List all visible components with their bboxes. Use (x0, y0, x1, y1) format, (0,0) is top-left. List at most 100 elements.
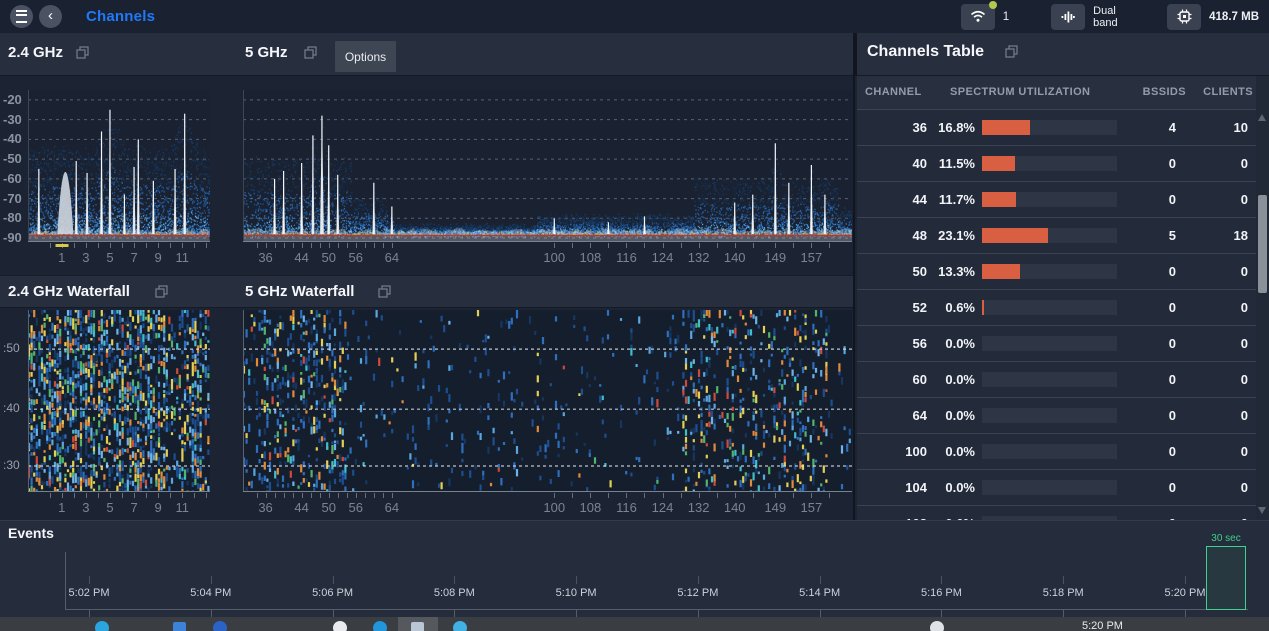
table-row[interactable]: 52 0.6% 0 0 (857, 290, 1256, 326)
cell-channel: 56 (863, 326, 927, 361)
timeline-selection-region[interactable] (1206, 546, 1246, 610)
waterfall-2_4ghz-chart[interactable] (28, 310, 210, 492)
column-header-clients: CLIENTS (1203, 86, 1253, 98)
axis-tick-label: :30 (3, 458, 27, 472)
axis-tick-label: 36 (258, 250, 272, 265)
back-button[interactable]: ‹ (39, 5, 62, 28)
topbar: ‹ Channels 1 (0, 0, 1269, 33)
axis-tick-label: -30 (3, 112, 27, 127)
axis-tick-label: -40 (3, 131, 27, 146)
axis-tick-label: 50 (321, 500, 335, 515)
cell-channel: 48 (863, 218, 927, 253)
hamburger-icon (16, 10, 27, 23)
copy-icon[interactable] (304, 46, 317, 59)
axis-tick-label: 149 (764, 250, 786, 265)
cell-bssids: 0 (1116, 146, 1176, 181)
table-scrollbar[interactable] (1256, 76, 1269, 520)
axis-tick-label: -90 (3, 230, 27, 245)
os-taskbar[interactable]: 5:20 PM (0, 617, 1269, 631)
spectrum-2_4ghz-chart[interactable] (28, 90, 210, 242)
column-header-channel: CHANNEL (865, 86, 922, 98)
page-title: Channels (86, 8, 155, 25)
scrollbar-down-arrow-icon[interactable] (1258, 507, 1266, 514)
taskbar-app-icon (411, 622, 424, 631)
axis-tick-label: 124 (652, 500, 674, 515)
axis-tick-label: 132 (688, 500, 710, 515)
waterfall-5ghz-chart[interactable] (243, 310, 852, 492)
axis-tick-label: 44 (294, 500, 308, 515)
scrollbar-thumb[interactable] (1258, 195, 1267, 293)
selected-channel-marker (55, 244, 68, 247)
copy-icon[interactable] (76, 46, 89, 59)
axis-tick-label: 9 (155, 500, 162, 515)
utilization-bar-track (982, 192, 1117, 207)
axis-tick-label: -70 (3, 191, 27, 206)
cell-bssids: 0 (1116, 290, 1176, 325)
axis-tick-label: 140 (724, 250, 746, 265)
copy-icon[interactable] (378, 285, 391, 298)
timeline-time-label: 5:06 PM (312, 587, 353, 599)
cell-bssids: 0 (1116, 254, 1176, 289)
table-row[interactable]: 44 11.7% 0 0 (857, 182, 1256, 218)
utilization-bar-track (982, 336, 1117, 351)
taskbar-active-app[interactable] (398, 617, 438, 631)
cell-bssids: 0 (1116, 470, 1176, 505)
taskbar-app-icon[interactable] (333, 621, 347, 631)
waterfall-5ghz-x-axis: 3644505664100108116124132140149157 (243, 492, 852, 522)
table-row[interactable]: 64 0.0% 0 0 (857, 398, 1256, 434)
spectrum-5ghz-chart[interactable] (243, 90, 852, 242)
table-row[interactable]: 104 0.0% 0 0 (857, 470, 1256, 506)
axis-tick-label: 9 (155, 250, 162, 265)
table-row[interactable]: 60 0.0% 0 0 (857, 362, 1256, 398)
utilization-bar-fill (982, 264, 1020, 279)
utilization-bar-track (982, 444, 1117, 459)
axis-tick-label: 64 (385, 250, 399, 265)
taskbar-app-icon[interactable] (930, 621, 944, 631)
cell-bssids: 0 (1116, 326, 1176, 361)
axis-tick-label: 44 (294, 250, 308, 265)
table-row[interactable]: 56 0.0% 0 0 (857, 326, 1256, 362)
table-row[interactable]: 100 0.0% 0 0 (857, 434, 1256, 470)
axis-tick-label: 7 (130, 250, 137, 265)
taskbar-app-icon[interactable] (213, 621, 227, 631)
cell-clients: 0 (1188, 434, 1248, 469)
taskbar-app-icon[interactable] (173, 622, 186, 631)
wifi-adapter-button[interactable] (961, 4, 995, 30)
taskbar-app-icon[interactable] (373, 621, 387, 631)
cell-bssids: 0 (1116, 362, 1176, 397)
memory-button[interactable] (1167, 4, 1201, 30)
utilization-bar-track (982, 408, 1117, 423)
channels-table: CHANNEL SPECTRUM UTILIZATION BSSIDS CLIE… (857, 76, 1256, 520)
cell-utilization-pct: 0.0% (931, 398, 975, 433)
spectrum-2_4ghz-x-axis: 1357911 (28, 242, 210, 272)
copy-icon[interactable] (155, 285, 168, 298)
cell-clients: 10 (1188, 110, 1248, 145)
axis-tick-label: 108 (579, 500, 601, 515)
axis-tick-label: 140 (724, 500, 746, 515)
cell-utilization-pct: 0.0% (931, 506, 975, 520)
cell-utilization-pct: 11.7% (931, 182, 975, 217)
table-row[interactable]: 48 23.1% 5 18 (857, 218, 1256, 254)
scrollbar-up-arrow-icon[interactable] (1258, 114, 1266, 121)
cell-utilization-pct: 0.0% (931, 362, 975, 397)
utilization-bar-fill (982, 156, 1015, 171)
app-root: ‹ Channels 1 (0, 0, 1269, 631)
wifi-icon (970, 10, 986, 23)
table-row[interactable]: 50 13.3% 0 0 (857, 254, 1256, 290)
cell-clients: 0 (1188, 290, 1248, 325)
taskbar-app-icon[interactable] (95, 621, 109, 631)
copy-icon[interactable] (1005, 45, 1018, 58)
table-row[interactable]: 40 11.5% 0 0 (857, 146, 1256, 182)
cell-clients: 0 (1188, 506, 1248, 520)
utilization-bar-track (982, 120, 1117, 135)
options-button[interactable]: Options (335, 41, 396, 72)
spectrum-band-button[interactable] (1051, 4, 1085, 30)
cpu-icon (1177, 9, 1192, 24)
table-row[interactable]: 108 0.0% 0 0 (857, 506, 1256, 520)
table-header-strip: Channels Table (855, 33, 1269, 76)
table-row[interactable]: 36 16.8% 4 10 (857, 110, 1256, 146)
taskbar-app-icon[interactable] (453, 621, 467, 631)
equalizer-icon (1060, 9, 1076, 25)
menu-button[interactable] (10, 5, 33, 28)
axis-tick-label: 124 (652, 250, 674, 265)
